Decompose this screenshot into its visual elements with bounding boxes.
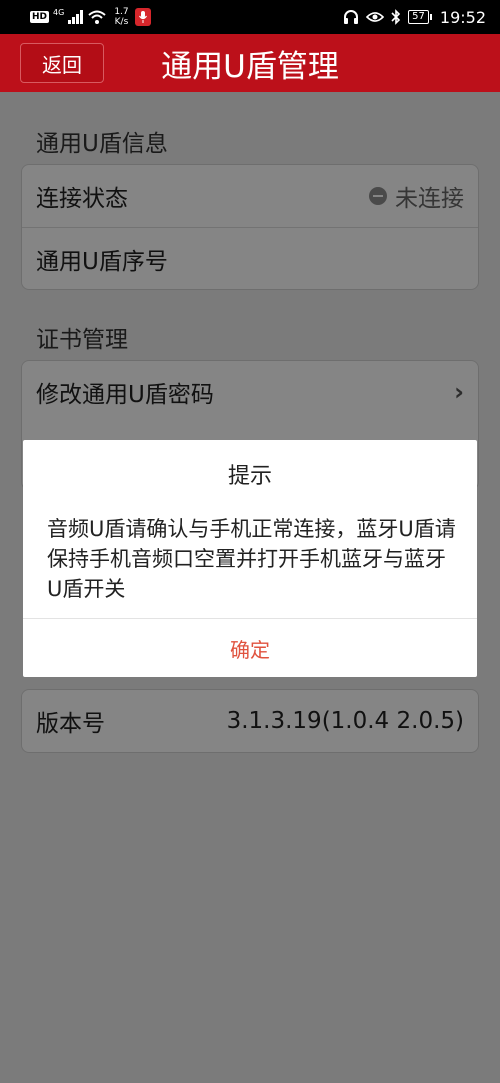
eye-icon: [366, 12, 385, 22]
battery-icon: 57: [408, 10, 432, 24]
bluetooth-icon: [391, 9, 401, 25]
alert-dialog: 提示 音频U盾请确认与手机正常连接，蓝牙U盾请保持手机音频口空置并打开手机蓝牙与…: [23, 440, 477, 677]
back-button[interactable]: 返回: [20, 43, 104, 83]
dialog-title: 提示: [227, 464, 272, 489]
clock: 19:52: [439, 7, 486, 27]
headphones-icon: [344, 10, 359, 24]
title-bar: 通用U盾管理 返回: [0, 34, 500, 92]
dialog-message: 音频U盾请确认与手机正常连接，蓝牙U盾请保持手机音频口空置并打开手机蓝牙与蓝牙U…: [47, 517, 456, 601]
status-bar: HD 4G 1.7 K/s 57 19:52: [0, 0, 500, 34]
network-speed: 1.7 K/s: [114, 7, 128, 27]
signal-icon: [68, 10, 84, 24]
network-type: 4G: [53, 7, 65, 17]
confirm-button[interactable]: 确定: [23, 619, 477, 677]
wifi-icon: [88, 10, 106, 24]
speed-value: 1.7: [114, 7, 129, 17]
status-right: 57 19:52: [343, 0, 486, 34]
status-left: HD 4G 1.7 K/s: [30, 0, 151, 34]
microphone-icon: [134, 8, 151, 26]
speed-unit: K/s: [114, 17, 129, 27]
hd-badge: HD: [30, 11, 50, 23]
